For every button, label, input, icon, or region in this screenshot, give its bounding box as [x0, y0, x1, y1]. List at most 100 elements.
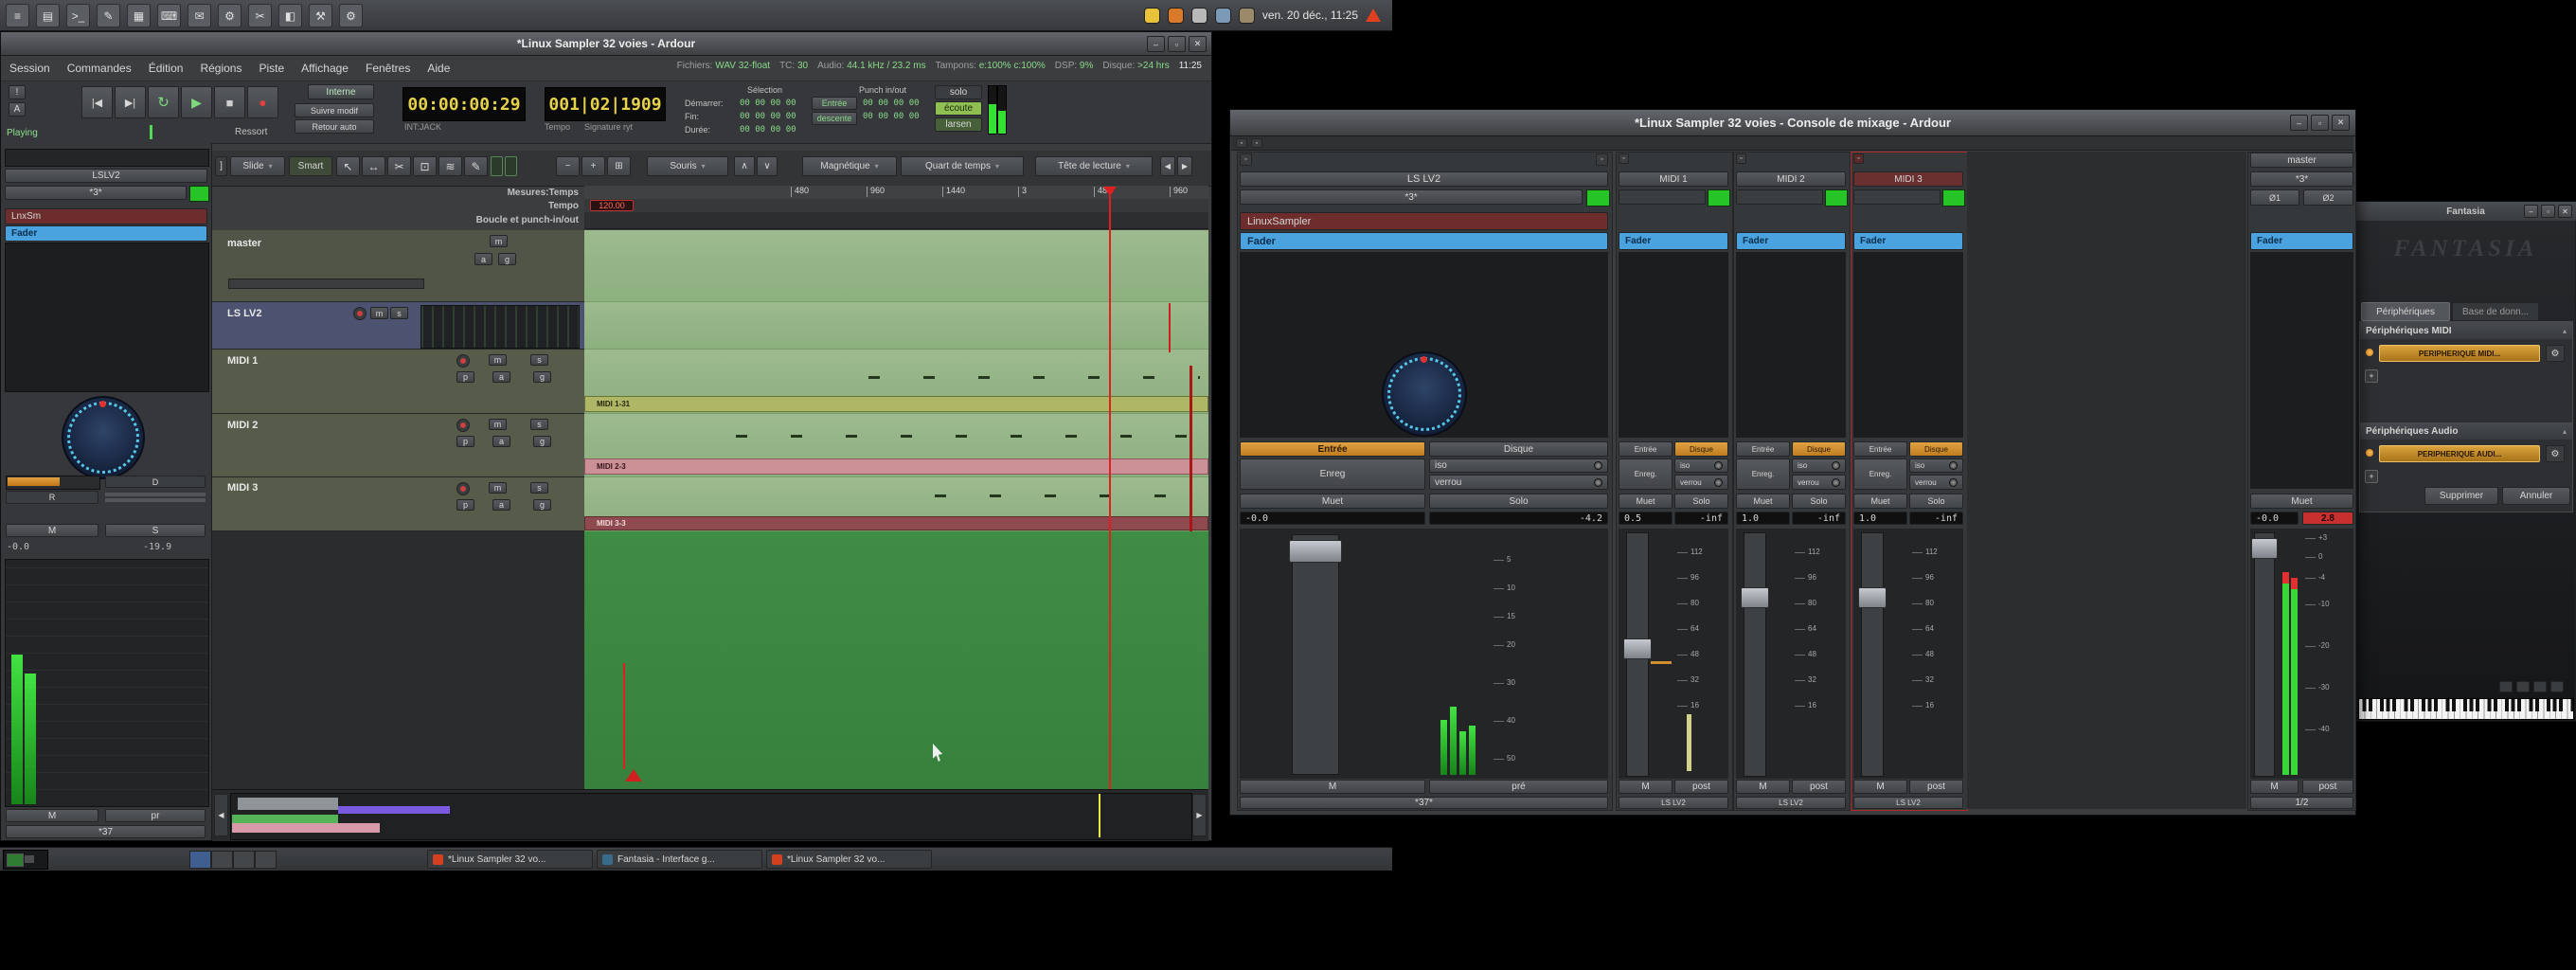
piano-black-keys[interactable] [2359, 699, 2573, 711]
spring-label[interactable]: Ressort [235, 127, 267, 137]
cut-icon[interactable]: ✂ [248, 4, 272, 27]
strip-name-button[interactable]: MIDI 1 [1619, 171, 1728, 187]
window-icon[interactable]: ◧ [278, 4, 302, 27]
midi2-playlist-button[interactable]: p [456, 436, 474, 447]
track-grow-button[interactable]: ∨ [757, 156, 778, 176]
menu-affichage[interactable]: Affichage [293, 62, 357, 75]
gear-icon[interactable]: ⚙ [339, 4, 363, 27]
menu-edition[interactable]: Édition [140, 62, 192, 75]
ruler-loop-label[interactable]: Boucle et punch-in/out [432, 215, 579, 225]
collapse-icon[interactable]: ▴ [2563, 427, 2567, 436]
mixer-mini-button[interactable]: ▫ [1251, 138, 1262, 148]
audio-device-settings-button[interactable]: ⚙ [2546, 445, 2565, 462]
track-shrink-button[interactable]: ∧ [734, 156, 755, 176]
add-audio-device-button[interactable]: + [2365, 470, 2378, 483]
main-clock[interactable]: 00:00:00:29 [402, 87, 526, 121]
smart-mode-button[interactable]: Smart [289, 156, 332, 176]
strip-output-button[interactable]: *37 [6, 825, 206, 838]
gain-display[interactable]: 1.0 [1853, 512, 1907, 525]
track-name-midi1[interactable]: MIDI 1 [227, 355, 258, 367]
midi2-record-button[interactable] [456, 419, 470, 432]
strip-hide-button[interactable]: ▫ [1736, 153, 1746, 164]
mail-icon[interactable]: ✉ [188, 4, 211, 27]
tool-stretch-button[interactable]: ≋ [438, 156, 462, 176]
settings-icon[interactable]: ⚙ [218, 4, 242, 27]
strip-name-button[interactable]: LSLV2 [5, 169, 207, 183]
solo-button[interactable]: Solo [1792, 494, 1846, 509]
region-midi2[interactable]: MIDI 2-3 [584, 458, 1208, 475]
midi2-automation-button[interactable]: a [492, 436, 510, 447]
playhead-triangle[interactable] [1103, 187, 1117, 196]
delete-button[interactable]: Supprimer [2424, 487, 2498, 505]
pager-desktop-4[interactable] [255, 851, 277, 869]
midi2-mute-button[interactable]: m [489, 419, 507, 430]
input-source-button[interactable]: Entrée [1853, 441, 1907, 457]
menu-fenetres[interactable]: Fenêtres [357, 62, 419, 75]
disk-source-button[interactable]: Disque [1429, 441, 1608, 457]
mute-button[interactable]: Muet [1853, 494, 1907, 509]
lane-lslv2[interactable] [584, 302, 1208, 350]
solo-lock-row[interactable]: verrou [1674, 475, 1728, 490]
nudge-right-button[interactable]: ▶ [1177, 156, 1192, 176]
strip-mute-button[interactable]: M [6, 524, 98, 537]
pan-slider[interactable] [6, 476, 100, 490]
summary-scroll-left[interactable]: ◀ [214, 794, 228, 836]
meter-point-pre-button[interactable]: pré [1429, 780, 1608, 794]
lane-midi2[interactable]: MIDI 2-3 [584, 414, 1208, 477]
auto-return-button[interactable]: Retour auto [295, 119, 374, 134]
solo-lock-row[interactable]: verrou [1909, 475, 1963, 490]
lane-master[interactable] [584, 230, 1208, 302]
record-enable-button[interactable]: Enreg. [1736, 458, 1790, 490]
input-source-button[interactable]: Entrée [1736, 441, 1790, 457]
pager-desktop-3[interactable] [233, 851, 255, 869]
midi1-automation-button[interactable]: a [492, 371, 510, 383]
editor-icon[interactable]: ✎ [97, 4, 120, 27]
fader-handle[interactable] [1289, 540, 1342, 563]
ruler-tempo-label[interactable]: Tempo [432, 201, 579, 211]
playhead-line[interactable] [1109, 187, 1111, 789]
master-automation-button[interactable]: a [474, 253, 492, 265]
gain-display[interactable]: -0.0 [1240, 512, 1425, 525]
panner-knob[interactable] [62, 396, 145, 479]
processor-box[interactable] [2250, 252, 2353, 489]
strip-output-button[interactable]: LS LV2 [1619, 797, 1728, 809]
lock-button[interactable]: A [9, 102, 26, 117]
add-midi-device-button[interactable]: + [2365, 369, 2378, 383]
strip-output-button[interactable]: *37* [1240, 797, 1608, 809]
fader-handle[interactable] [1623, 638, 1652, 659]
taskbar-item-ardour-editor[interactable]: *Linux Sampler 32 vo... [427, 850, 593, 869]
strip-gain-value[interactable]: -0.0 [7, 542, 29, 552]
summary-scroll-right[interactable]: ▶ [1192, 794, 1207, 836]
tab-base-de-donnees[interactable]: Base de donn... [2452, 302, 2539, 321]
peak-display[interactable]: -inf [1792, 512, 1846, 525]
track-name-lslv2[interactable]: LS LV2 [227, 308, 261, 319]
strip-output-button[interactable]: LS LV2 [1736, 797, 1846, 809]
terminal-icon[interactable]: >_ [66, 4, 90, 27]
stop-button[interactable]: ■ [214, 86, 245, 118]
tool-draw-button[interactable]: ✎ [464, 156, 488, 176]
peak-display[interactable]: 2.8 [2302, 512, 2353, 525]
zoom-focus-select[interactable]: Souris [647, 156, 728, 176]
strip-hide-button[interactable]: ▫ [1240, 153, 1252, 166]
display-icon[interactable]: ▤ [36, 4, 60, 27]
sync-source-button[interactable]: Interne [308, 84, 374, 99]
zoom-fit-button[interactable]: ⊞ [607, 156, 631, 176]
midi3-automation-button[interactable]: a [492, 499, 510, 511]
strip-header-box[interactable] [5, 149, 209, 167]
pan-mode-button[interactable]: D [105, 476, 206, 488]
secondary-clock[interactable]: 001|02|1909 [545, 87, 666, 121]
radio-icon[interactable] [1714, 477, 1723, 487]
region-midi3[interactable]: MIDI 3-3 [584, 516, 1208, 530]
processor-fader[interactable]: Fader [1240, 232, 1608, 250]
zoom-in-button[interactable]: + [581, 156, 605, 176]
track-header-midi1[interactable]: MIDI 1 [212, 350, 584, 414]
input-source-button[interactable]: Entrée [1619, 441, 1673, 457]
strip-meter-box[interactable] [5, 559, 209, 807]
lslv2-solo-button[interactable]: s [390, 307, 408, 319]
strip-io-button[interactable] [1619, 189, 1706, 205]
strip-processor-box[interactable] [5, 242, 209, 392]
processor-box[interactable] [1736, 252, 1846, 438]
solo-button[interactable]: Solo [1429, 494, 1608, 509]
solo-button[interactable]: solo [935, 85, 982, 99]
edit-point-select[interactable]: Tête de lecture [1035, 156, 1153, 176]
